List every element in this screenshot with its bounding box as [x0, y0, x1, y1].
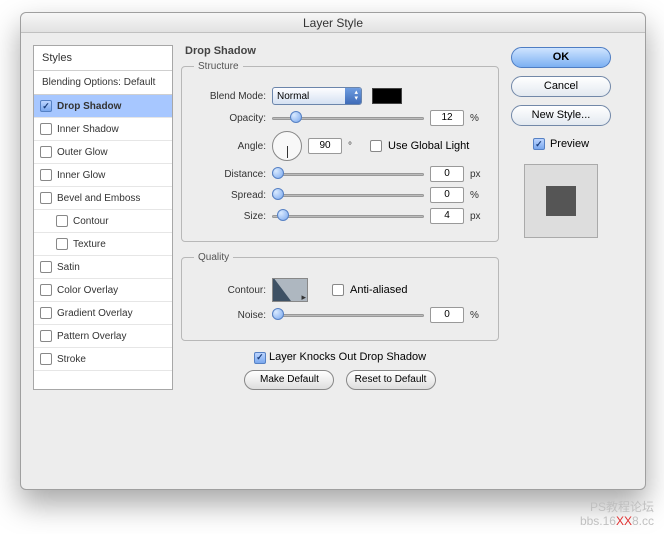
noise-label: Noise:	[194, 310, 266, 321]
spread-input[interactable]: 0	[430, 187, 464, 203]
knockout-checkbox[interactable]	[254, 352, 266, 364]
style-item-drop-shadow[interactable]: Drop Shadow	[34, 95, 172, 118]
quality-group: Quality Contour: Anti-aliased Noise: 0 %	[181, 252, 499, 341]
preview-label: Preview	[550, 138, 589, 150]
blending-options[interactable]: Blending Options: Default	[34, 71, 172, 95]
angle-dial[interactable]	[272, 131, 302, 161]
layer-style-dialog: Layer Style Styles Blending Options: Def…	[20, 12, 646, 490]
opacity-slider[interactable]	[272, 111, 424, 125]
antialiased-checkbox[interactable]	[332, 284, 344, 296]
preview-checkbox[interactable]	[533, 138, 545, 150]
style-item-gradient-overlay[interactable]: Gradient Overlay	[34, 302, 172, 325]
style-checkbox[interactable]	[40, 284, 52, 296]
global-light-label: Use Global Light	[388, 140, 469, 152]
cancel-button[interactable]: Cancel	[511, 76, 611, 97]
noise-slider[interactable]	[272, 308, 424, 322]
style-item-pattern-overlay[interactable]: Pattern Overlay	[34, 325, 172, 348]
style-item-label: Outer Glow	[57, 147, 108, 158]
reset-default-button[interactable]: Reset to Default	[346, 370, 436, 390]
blend-mode-select[interactable]: Normal ▴▾	[272, 87, 362, 105]
blend-mode-label: Blend Mode:	[194, 91, 266, 102]
preview-box	[524, 164, 598, 238]
style-checkbox[interactable]	[40, 100, 52, 112]
style-checkbox[interactable]	[40, 261, 52, 273]
style-item-bevel-and-emboss[interactable]: Bevel and Emboss	[34, 187, 172, 210]
style-item-label: Satin	[57, 262, 80, 273]
style-checkbox[interactable]	[56, 215, 68, 227]
angle-label: Angle:	[194, 141, 266, 152]
size-label: Size:	[194, 211, 266, 222]
global-light-checkbox[interactable]	[370, 140, 382, 152]
distance-slider[interactable]	[272, 167, 424, 181]
watermark: PS教程论坛 bbs.16XX8.cc	[580, 500, 654, 528]
distance-label: Distance:	[194, 169, 266, 180]
opacity-input[interactable]: 12	[430, 110, 464, 126]
style-item-label: Gradient Overlay	[57, 308, 133, 319]
knockout-label: Layer Knocks Out Drop Shadow	[269, 351, 426, 363]
spread-slider[interactable]	[272, 188, 424, 202]
style-checkbox[interactable]	[40, 169, 52, 181]
opacity-label: Opacity:	[194, 113, 266, 124]
style-item-label: Color Overlay	[57, 285, 118, 296]
quality-legend: Quality	[194, 252, 233, 263]
style-item-label: Stroke	[57, 354, 86, 365]
style-item-label: Inner Shadow	[57, 124, 119, 135]
new-style-button[interactable]: New Style...	[511, 105, 611, 126]
style-item-label: Contour	[73, 216, 109, 227]
make-default-button[interactable]: Make Default	[244, 370, 334, 390]
window-title: Layer Style	[21, 13, 645, 33]
style-item-label: Drop Shadow	[57, 101, 121, 112]
styles-panel: Styles Blending Options: Default Drop Sh…	[33, 45, 173, 390]
style-item-satin[interactable]: Satin	[34, 256, 172, 279]
style-item-inner-glow[interactable]: Inner Glow	[34, 164, 172, 187]
angle-input[interactable]: 90	[308, 138, 342, 154]
contour-label: Contour:	[194, 285, 266, 296]
style-item-outer-glow[interactable]: Outer Glow	[34, 141, 172, 164]
panel-heading: Drop Shadow	[185, 45, 499, 57]
style-checkbox[interactable]	[40, 353, 52, 365]
style-checkbox[interactable]	[40, 123, 52, 135]
style-checkbox[interactable]	[56, 238, 68, 250]
size-slider[interactable]	[272, 209, 424, 223]
right-panel: OK Cancel New Style... Preview	[507, 45, 615, 390]
styles-header[interactable]: Styles	[34, 46, 172, 71]
chevron-updown-icon: ▴▾	[354, 90, 358, 102]
style-item-label: Pattern Overlay	[57, 331, 126, 342]
style-item-contour[interactable]: Contour	[34, 210, 172, 233]
structure-legend: Structure	[194, 61, 243, 72]
spread-label: Spread:	[194, 190, 266, 201]
size-input[interactable]: 4	[430, 208, 464, 224]
styles-list: Drop Shadow Inner Shadow Outer Glow Inner G…	[34, 95, 172, 371]
settings-panel: Drop Shadow Structure Blend Mode: Normal…	[181, 45, 499, 390]
style-checkbox[interactable]	[40, 146, 52, 158]
style-checkbox[interactable]	[40, 192, 52, 204]
preview-swatch	[546, 186, 576, 216]
style-item-label: Bevel and Emboss	[57, 193, 140, 204]
style-item-color-overlay[interactable]: Color Overlay	[34, 279, 172, 302]
ok-button[interactable]: OK	[511, 47, 611, 68]
shadow-color-swatch[interactable]	[372, 88, 402, 104]
style-checkbox[interactable]	[40, 307, 52, 319]
style-item-label: Texture	[73, 239, 106, 250]
distance-input[interactable]: 0	[430, 166, 464, 182]
contour-picker[interactable]	[272, 278, 308, 302]
structure-group: Structure Blend Mode: Normal ▴▾ Opacity:…	[181, 61, 499, 242]
style-item-label: Inner Glow	[57, 170, 105, 181]
style-item-inner-shadow[interactable]: Inner Shadow	[34, 118, 172, 141]
noise-input[interactable]: 0	[430, 307, 464, 323]
content: Styles Blending Options: Default Drop Sh…	[21, 33, 645, 402]
style-item-texture[interactable]: Texture	[34, 233, 172, 256]
style-item-stroke[interactable]: Stroke	[34, 348, 172, 371]
antialiased-label: Anti-aliased	[350, 284, 407, 296]
style-checkbox[interactable]	[40, 330, 52, 342]
